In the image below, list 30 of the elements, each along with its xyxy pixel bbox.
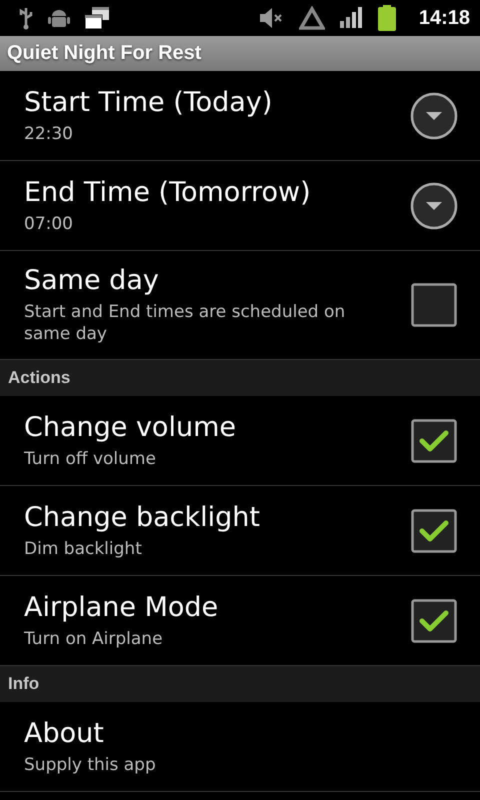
setting-title: Airplane Mode	[24, 592, 220, 624]
app-title: Quiet Night For Rest	[0, 36, 480, 71]
battery-icon	[376, 5, 397, 31]
setting-summary: 07:00	[24, 212, 74, 234]
setting-title: Change volume	[24, 412, 237, 444]
clock-time: 14:18	[418, 6, 470, 30]
section-header: Actions	[0, 360, 480, 396]
setting-title: Same day	[24, 265, 160, 297]
windows-icon	[84, 6, 110, 30]
dropdown-button[interactable]	[410, 182, 458, 230]
setting-summary: Start and End times are scheduled on same day	[24, 301, 346, 345]
setting-title: Change backlight	[24, 502, 261, 534]
setting-summary: Supply this app	[24, 754, 157, 776]
setting-summary: 22:30	[24, 122, 74, 144]
signal-bars-icon	[338, 7, 363, 29]
checkbox[interactable]	[411, 598, 457, 642]
checkbox[interactable]	[411, 418, 457, 462]
setting-title: Start Time (Today)	[24, 86, 274, 118]
checkbox[interactable]	[411, 508, 457, 552]
setting-summary: Turn on Airplane	[24, 628, 164, 650]
android-icon	[48, 8, 70, 28]
setting-summary: Turn off volume	[24, 448, 157, 470]
section-header: Info	[0, 666, 480, 702]
setting-title: About	[24, 718, 105, 750]
setting-summary: Dim backlight	[24, 538, 143, 560]
setting-title: End Time (Tomorrow)	[24, 176, 312, 208]
checkbox[interactable]	[411, 283, 457, 327]
usb-icon	[18, 6, 34, 30]
dropdown-button[interactable]	[410, 92, 458, 140]
signal-triangle-icon	[298, 6, 325, 30]
